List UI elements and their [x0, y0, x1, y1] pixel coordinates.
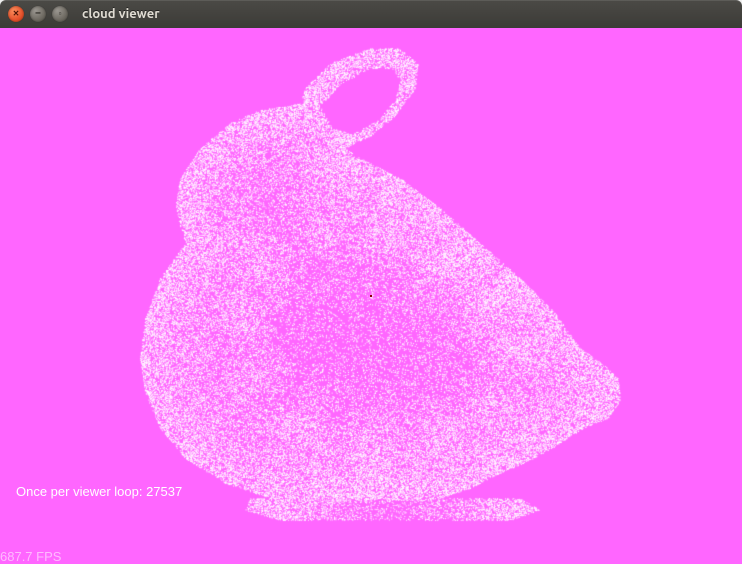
maximize-icon[interactable]	[52, 6, 68, 22]
window-title: cloud viewer	[82, 7, 160, 21]
application-window: cloud viewer Once per viewer loop: 27537…	[0, 0, 742, 564]
close-icon[interactable]	[8, 6, 24, 22]
point-cloud-canvas[interactable]	[0, 28, 742, 564]
minimize-icon[interactable]	[30, 6, 46, 22]
window-titlebar[interactable]: cloud viewer	[0, 0, 742, 28]
point-cloud-viewport[interactable]: Once per viewer loop: 27537 687.7 FPS	[0, 28, 742, 564]
